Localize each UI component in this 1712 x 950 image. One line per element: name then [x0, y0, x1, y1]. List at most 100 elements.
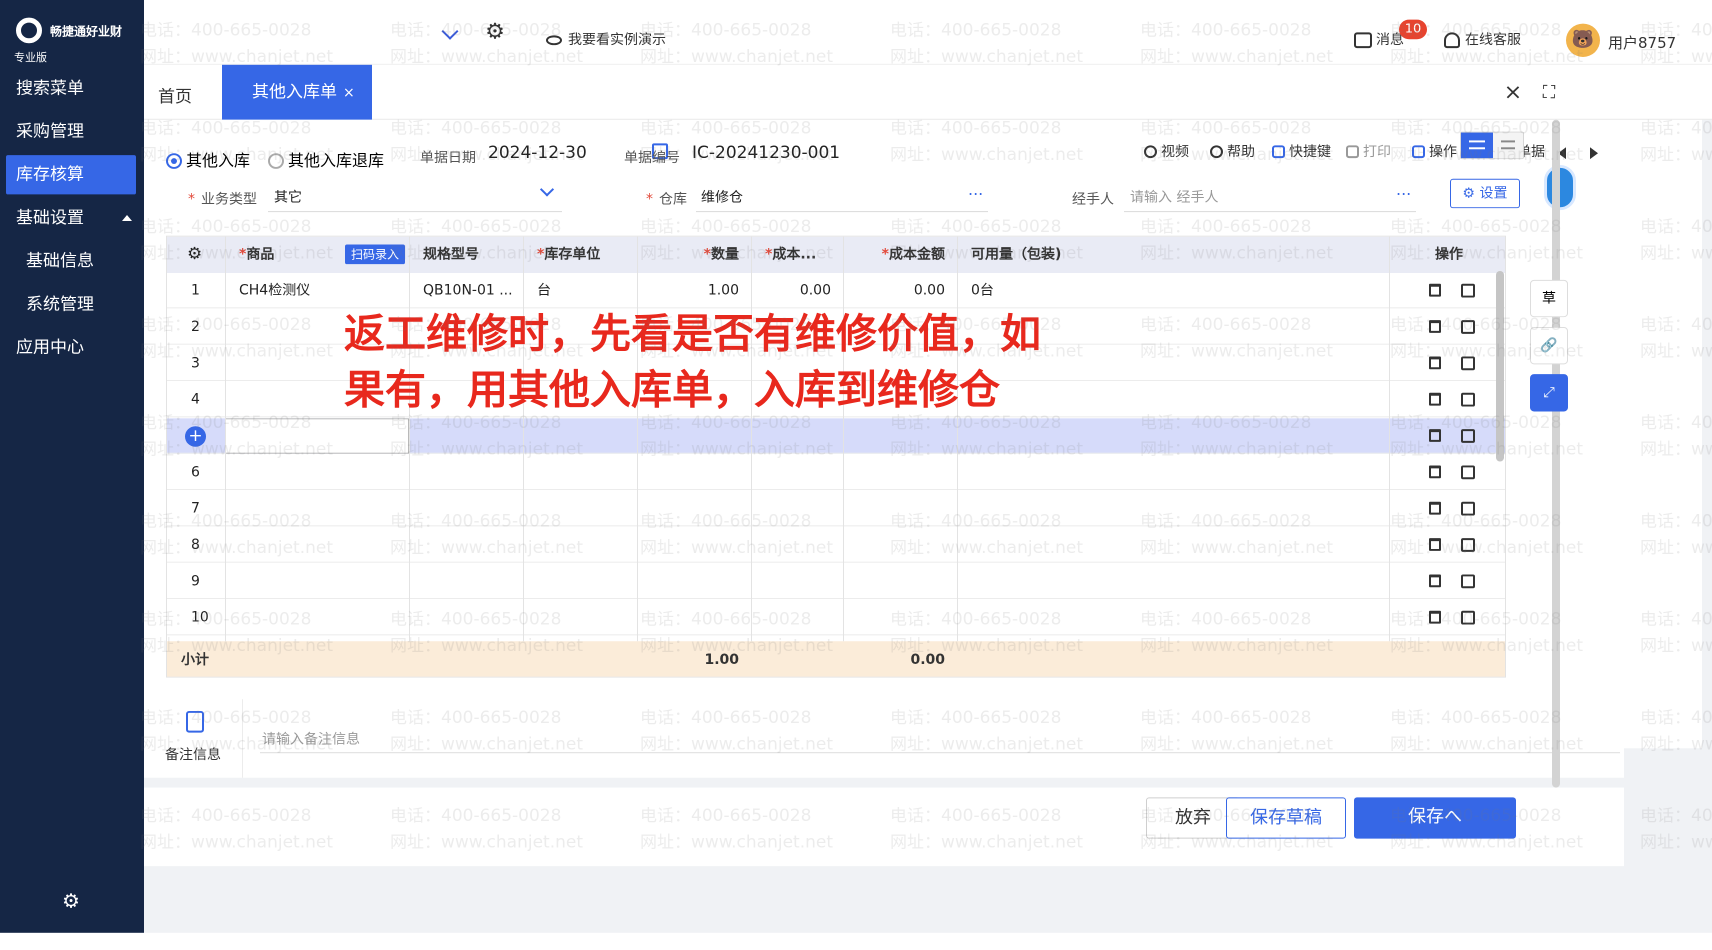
cell-cost[interactable]: [751, 527, 843, 561]
assistant-bubble-icon[interactable]: [1544, 164, 1576, 211]
cell-qty[interactable]: [637, 600, 751, 634]
expand-icon[interactable]: ⤢: [1530, 374, 1568, 412]
table-row[interactable]: 9: [167, 564, 1505, 600]
operate-button[interactable]: 操作: [1412, 141, 1457, 161]
sidebar-item-basic-settings[interactable]: 基础设置: [0, 198, 144, 237]
copy-row-icon[interactable]: [1461, 429, 1475, 443]
table-row[interactable]: 8: [167, 527, 1505, 563]
warehouse-select[interactable]: 维修仓: [701, 187, 743, 207]
cell-qty[interactable]: [637, 455, 751, 489]
cell-amount[interactable]: [843, 564, 957, 598]
print-button[interactable]: 打印: [1346, 141, 1391, 161]
copy-row-icon[interactable]: [1461, 501, 1475, 516]
cell-amount[interactable]: [843, 455, 957, 489]
top-search-input[interactable]: [152, 18, 452, 47]
delete-row-icon[interactable]: [1429, 429, 1441, 442]
fullscreen-icon[interactable]: ⛶: [1536, 81, 1562, 107]
cell-qty[interactable]: [637, 491, 751, 525]
cell-product[interactable]: [225, 527, 409, 561]
sidebar-item-basic-info[interactable]: 基础信息: [0, 242, 144, 281]
sidebar-item-search-menu[interactable]: 搜索菜单: [0, 69, 144, 108]
cell-spec[interactable]: QB10N-01 ...: [409, 273, 523, 307]
sidebar-item-purchase[interactable]: 采购管理: [0, 112, 144, 151]
cell-amount[interactable]: [843, 418, 957, 452]
delete-row-icon[interactable]: [1429, 538, 1441, 551]
cell-cost[interactable]: [751, 455, 843, 489]
avatar[interactable]: 🐻: [1566, 23, 1600, 57]
doc-no-value[interactable]: IC-20241230-001: [692, 143, 840, 163]
app-logo[interactable]: 畅捷通好业财 专业版: [10, 10, 140, 69]
cell-unit[interactable]: [523, 527, 637, 561]
cell-product[interactable]: [225, 455, 409, 489]
cell-spec[interactable]: [409, 527, 523, 561]
product-edit-input[interactable]: [225, 418, 409, 454]
save-button[interactable]: 保存へ: [1354, 797, 1516, 839]
cell-spec[interactable]: [409, 600, 523, 634]
cell-available[interactable]: [957, 564, 1387, 598]
tab-home[interactable]: 首页: [158, 82, 192, 107]
cell-product[interactable]: [225, 491, 409, 525]
online-service-button[interactable]: 在线客服: [1444, 29, 1521, 49]
cell-cost[interactable]: [751, 418, 843, 452]
save-draft-button[interactable]: 保存草稿: [1226, 797, 1346, 839]
cell-product[interactable]: [225, 600, 409, 634]
delete-row-icon[interactable]: [1429, 392, 1441, 406]
delete-row-icon[interactable]: [1429, 283, 1441, 297]
delete-row-icon[interactable]: [1429, 320, 1441, 333]
sidebar-item-inventory[interactable]: 库存核算: [6, 155, 136, 195]
cell-qty[interactable]: 1.00: [637, 273, 751, 307]
page-scrollbar[interactable]: [1552, 119, 1560, 788]
copy-row-icon[interactable]: [1461, 465, 1475, 480]
cell-qty[interactable]: [637, 527, 751, 561]
cell-unit[interactable]: [523, 564, 637, 598]
date-value[interactable]: 2024-12-30: [488, 143, 587, 163]
table-row[interactable]: 10: [167, 600, 1505, 636]
messages-button[interactable]: 消息: [1354, 29, 1404, 49]
form-settings-button[interactable]: ⚙ 设置: [1450, 178, 1520, 209]
demo-link[interactable]: 我要看实例演示: [546, 29, 666, 49]
copy-row-icon[interactable]: [1461, 392, 1475, 407]
cell-unit[interactable]: [523, 418, 637, 452]
cell-product[interactable]: CH4检测仪: [225, 273, 409, 307]
chevron-down-icon[interactable]: [539, 182, 555, 197]
cell-amount[interactable]: [843, 491, 957, 525]
radio-other-inbound[interactable]: 其他入库: [166, 147, 250, 171]
copy-row-icon[interactable]: [1461, 356, 1475, 371]
table-row[interactable]: +: [167, 418, 1505, 454]
cell-product[interactable]: [225, 564, 409, 598]
copy-row-icon[interactable]: [1461, 320, 1475, 334]
cell-available[interactable]: [957, 491, 1387, 525]
cell-amount[interactable]: [843, 600, 957, 634]
delete-row-icon[interactable]: [1429, 501, 1441, 515]
cell-spec[interactable]: [409, 455, 523, 489]
cell-cost[interactable]: [751, 564, 843, 598]
delete-row-icon[interactable]: [1429, 356, 1441, 370]
cell-unit[interactable]: [523, 455, 637, 489]
grid-scrollbar[interactable]: [1496, 271, 1504, 462]
copy-row-icon[interactable]: [1461, 610, 1475, 625]
list-view-icon[interactable]: [1493, 132, 1523, 159]
video-button[interactable]: 视频: [1144, 141, 1189, 161]
table-row[interactable]: 7: [167, 491, 1505, 527]
cell-unit[interactable]: [523, 491, 637, 525]
cell-cost[interactable]: [751, 600, 843, 634]
next-arrow-icon[interactable]: [1590, 147, 1598, 160]
column-settings-icon[interactable]: ⚙: [167, 237, 225, 273]
table-row[interactable]: 1 CH4检测仪 QB10N-01 ... 台 1.00 0.00 0.00 0台: [167, 273, 1505, 309]
cell-available[interactable]: [957, 527, 1387, 561]
cell-amount[interactable]: [843, 527, 957, 561]
cell-cost[interactable]: 0.00: [751, 273, 843, 307]
link-icon[interactable]: 🔗: [1530, 327, 1568, 365]
cell-available[interactable]: [957, 418, 1387, 452]
cell-available[interactable]: 0台: [957, 273, 1387, 307]
form-view-icon[interactable]: [1461, 132, 1493, 159]
copy-row-icon[interactable]: [1461, 574, 1475, 589]
close-icon[interactable]: ×: [343, 85, 355, 101]
cell-cost[interactable]: [751, 491, 843, 525]
cell-qty[interactable]: [637, 418, 751, 452]
cell-spec[interactable]: [409, 418, 523, 452]
cell-spec[interactable]: [409, 491, 523, 525]
username[interactable]: 用户8757: [1608, 32, 1676, 53]
handler-input[interactable]: 请输入 经手人: [1130, 187, 1218, 207]
draft-icon[interactable]: 草: [1530, 279, 1568, 318]
